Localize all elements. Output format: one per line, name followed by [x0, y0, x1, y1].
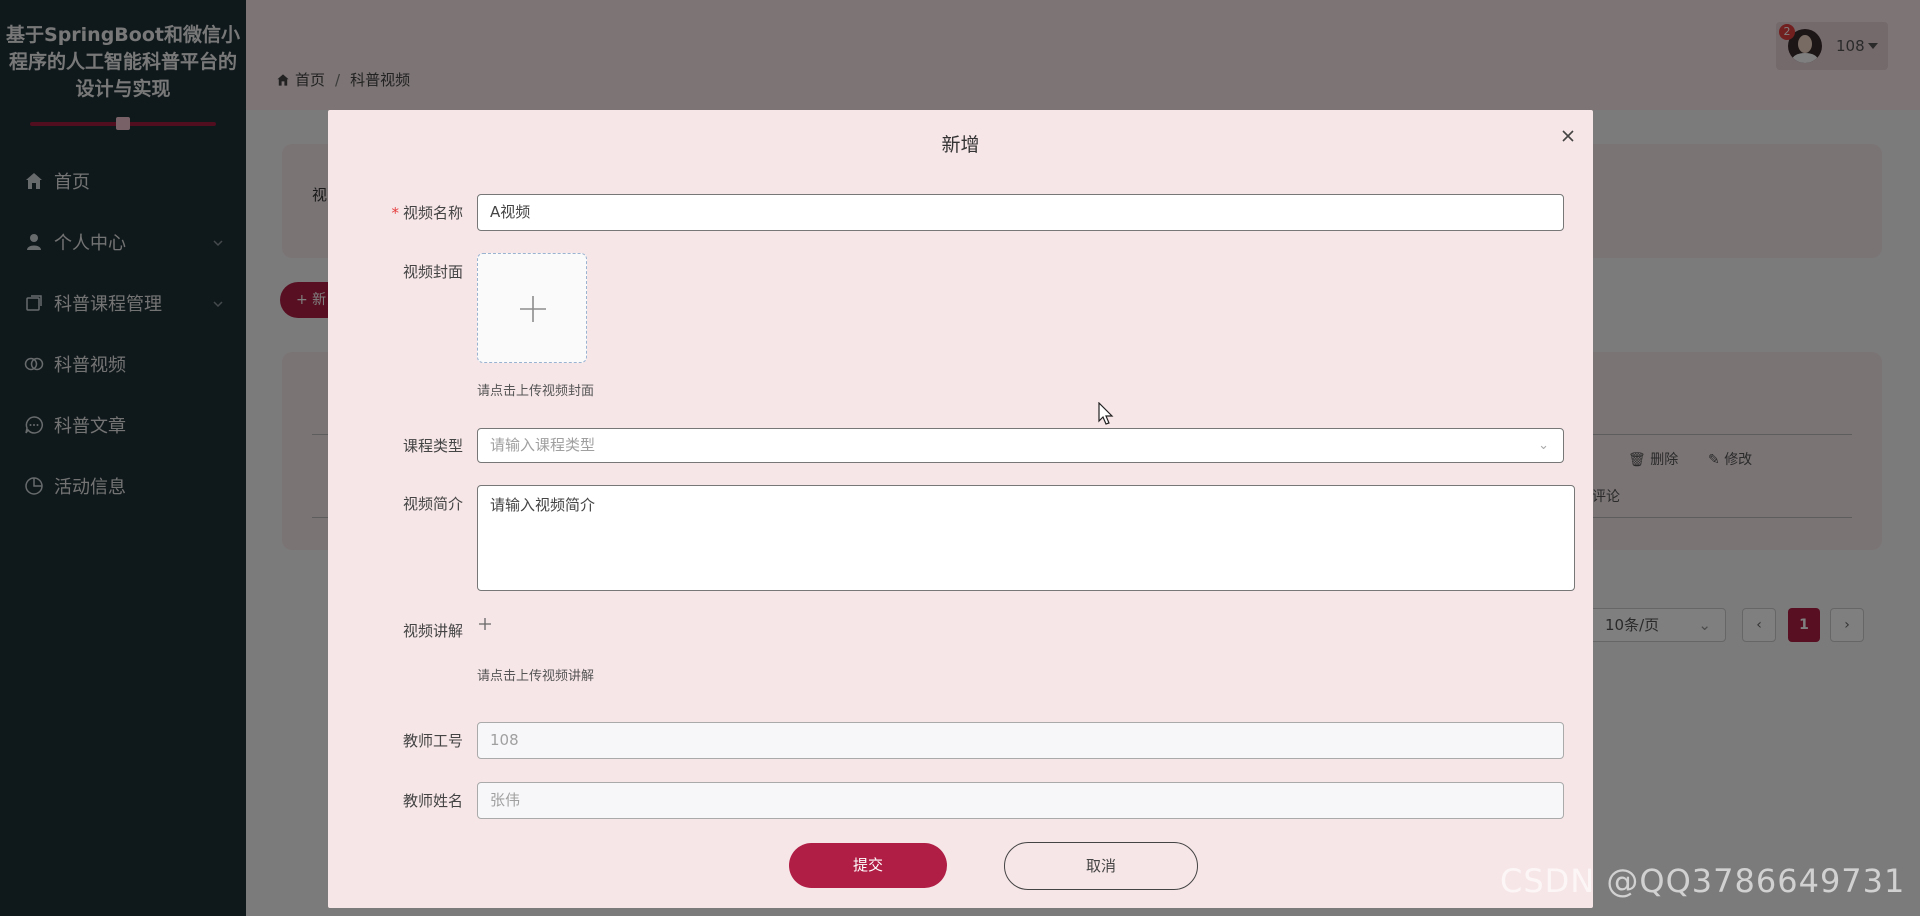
- lecture-upload-hint: 请点击上传视频讲解: [477, 669, 595, 684]
- close-icon[interactable]: [1558, 126, 1578, 146]
- submit-button[interactable]: 提交: [789, 843, 947, 888]
- course-type-label: 课程类型: [402, 437, 463, 455]
- intro-textarea[interactable]: 请输入视频简介: [477, 485, 1575, 591]
- teacher-id-label: 教师工号: [402, 732, 463, 750]
- cover-upload[interactable]: [477, 253, 587, 363]
- cover-upload-hint: 请点击上传视频封面: [477, 384, 595, 399]
- mouse-cursor-icon: [1098, 401, 1114, 430]
- plus-icon: [479, 618, 491, 630]
- video-name-input[interactable]: A视频: [477, 194, 1564, 231]
- watermark: CSDN @QQ3786649731: [1500, 862, 1906, 900]
- dialog-title: 新增: [941, 134, 980, 156]
- teacher-name-label: 教师姓名: [402, 792, 463, 810]
- intro-label: 视频简介: [402, 495, 463, 513]
- cancel-button[interactable]: 取消: [1004, 842, 1198, 890]
- teacher-name-input[interactable]: 张伟: [477, 782, 1564, 819]
- video-name-label: * 视频名称: [391, 204, 463, 222]
- lecture-upload-button[interactable]: [478, 616, 492, 630]
- course-type-select[interactable]: 请输入课程类型 ⌄: [477, 428, 1564, 463]
- chevron-down-icon: ⌄: [1538, 438, 1549, 453]
- cover-label: 视频封面: [402, 263, 463, 281]
- add-dialog: 新增 * 视频名称 A视频 视频封面 请点击上传视频封面 课程类型 请输入课程类型…: [328, 110, 1593, 908]
- plus-icon: [520, 296, 546, 322]
- teacher-id-input[interactable]: 108: [477, 722, 1564, 759]
- lecture-label: 视频讲解: [402, 622, 463, 640]
